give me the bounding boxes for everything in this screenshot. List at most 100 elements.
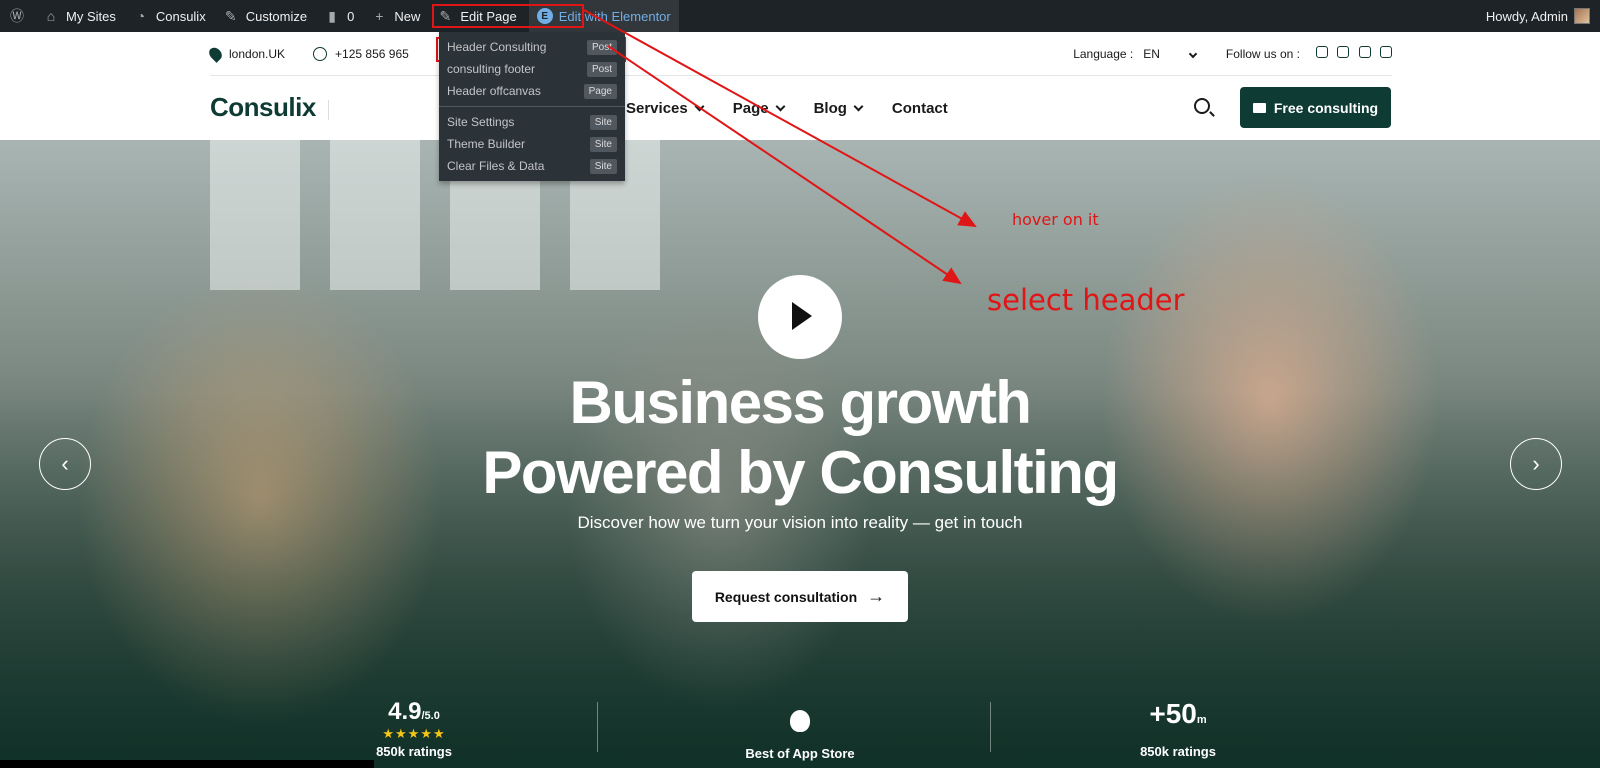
slider-prev-button[interactable]: ‹ bbox=[39, 438, 91, 490]
stat-divider bbox=[597, 702, 598, 752]
menu-item-badge: Post bbox=[586, 39, 617, 55]
stat-label: 850k ratings bbox=[1140, 744, 1216, 759]
chevron-down-icon bbox=[853, 101, 864, 111]
elementor-dropdown-menu: Header Consulting Post consulting footer P… bbox=[439, 32, 625, 181]
menu-item-label: Header Consulting bbox=[447, 40, 547, 54]
customize-label: Customize bbox=[245, 8, 308, 24]
nav-label: Contact bbox=[891, 99, 948, 117]
annotation-hover-text: hover on it bbox=[1012, 210, 1099, 229]
nav-label: Page bbox=[732, 99, 769, 117]
menu-item-label: Site Settings bbox=[447, 115, 515, 129]
menu-item-header-offcanvas[interactable]: Header offcanvas Page bbox=[439, 80, 625, 102]
stat-value: +50 bbox=[1149, 698, 1197, 729]
stat-value: 4.9 bbox=[388, 698, 422, 725]
free-consulting-label: Free consulting bbox=[1273, 99, 1379, 116]
my-sites-button[interactable]: ⌂ My Sites bbox=[34, 0, 124, 32]
comments-button[interactable]: ▮ 0 bbox=[315, 0, 362, 32]
menu-item-consulting-footer[interactable]: consulting footer Post bbox=[439, 58, 625, 80]
menu-item-clear-files[interactable]: Clear Files & Data Site bbox=[439, 155, 625, 177]
new-button[interactable]: + New bbox=[362, 0, 428, 32]
play-video-button[interactable] bbox=[758, 275, 842, 359]
star-rating-icon: ★★★★★ bbox=[382, 726, 446, 741]
main-menu: Services Page Blog Contact bbox=[626, 76, 948, 140]
search-icon[interactable] bbox=[1194, 98, 1210, 114]
location-info: london.UK bbox=[206, 44, 286, 63]
comments-count: 0 bbox=[347, 8, 355, 24]
stat-app-store: Best of App Store bbox=[730, 698, 870, 761]
my-sites-label: My Sites bbox=[66, 8, 116, 24]
whatsapp-icon bbox=[313, 46, 328, 61]
free-consulting-button[interactable]: Free consulting bbox=[1240, 87, 1391, 128]
hero-title-line2: Powered by Consulting bbox=[482, 439, 1119, 506]
mail-icon bbox=[1252, 102, 1266, 113]
location-pin-icon bbox=[206, 44, 225, 63]
request-consultation-button[interactable]: Request consultation → bbox=[692, 571, 908, 622]
nav-item-contact[interactable]: Contact bbox=[892, 100, 948, 117]
customize-button[interactable]: ✎ Customize bbox=[214, 0, 315, 32]
menu-divider bbox=[439, 106, 625, 107]
wordpress-icon: Ⓦ bbox=[10, 8, 24, 24]
site-name-label: Consulix bbox=[155, 8, 206, 24]
chevron-left-icon: ‹ bbox=[61, 451, 69, 476]
language-label: Language : bbox=[1073, 46, 1134, 61]
menu-item-label: Clear Files & Data bbox=[447, 159, 545, 173]
telegram-icon[interactable] bbox=[1380, 46, 1392, 58]
location-text: london.UK bbox=[229, 46, 286, 61]
site-logo[interactable]: Consulix bbox=[210, 92, 316, 123]
annotation-select-text: select header bbox=[987, 283, 1185, 317]
dashboard-icon: ◔ bbox=[136, 8, 146, 24]
facebook-icon[interactable] bbox=[1315, 46, 1328, 58]
nav-item-page[interactable]: Page bbox=[732, 99, 786, 117]
logo-divider bbox=[328, 100, 329, 120]
account-menu[interactable]: Howdy, Admin bbox=[1478, 0, 1600, 32]
x-icon[interactable] bbox=[1337, 46, 1350, 58]
menu-item-label: Theme Builder bbox=[447, 137, 526, 151]
stat-users: +50m 850k ratings bbox=[1108, 698, 1248, 759]
stat-label: 850k ratings bbox=[376, 744, 452, 759]
stat-suffix: m bbox=[1196, 714, 1207, 726]
phone-text: +125 856 965 bbox=[335, 46, 409, 61]
wordpress-logo-button[interactable]: Ⓦ bbox=[0, 0, 34, 32]
slider-next-button[interactable]: › bbox=[1510, 438, 1562, 490]
menu-item-badge: Page bbox=[583, 83, 617, 99]
chevron-down-icon bbox=[775, 101, 786, 111]
new-label: New bbox=[394, 8, 421, 24]
language-value: EN bbox=[1143, 46, 1160, 61]
apple-icon bbox=[790, 710, 810, 732]
menu-item-badge: Post bbox=[586, 61, 617, 77]
menu-item-site-settings[interactable]: Site Settings Site bbox=[439, 111, 625, 133]
admin-bar: Ⓦ ⌂ My Sites ◔ Consulix ✎ Customize ▮ 0 + New… bbox=[0, 0, 1600, 32]
main-header: Consulix Services Page Blog Contact Free… bbox=[0, 76, 1600, 140]
menu-item-label: Header offcanvas bbox=[447, 84, 541, 98]
menu-item-label: consulting footer bbox=[447, 62, 536, 76]
chevron-right-icon: › bbox=[1532, 451, 1540, 476]
menu-item-header-consulting[interactable]: Header Consulting Post bbox=[439, 36, 625, 58]
stat-suffix: /5.0 bbox=[421, 710, 440, 722]
plus-icon: + bbox=[375, 8, 384, 24]
nav-label: Services bbox=[626, 99, 688, 117]
arrow-right-icon: → bbox=[867, 586, 886, 606]
howdy-label: Howdy, Admin bbox=[1485, 8, 1568, 24]
stat-label: Best of App Store bbox=[745, 746, 855, 761]
comment-icon: ▮ bbox=[328, 7, 336, 24]
stat-divider bbox=[990, 702, 991, 752]
nav-item-services[interactable]: Services bbox=[626, 99, 705, 117]
menu-item-theme-builder[interactable]: Theme Builder Site bbox=[439, 133, 625, 155]
instagram-icon[interactable] bbox=[1358, 46, 1371, 58]
chevron-down-icon bbox=[1188, 49, 1198, 58]
stat-rating: 4.9/5.0 ★★★★★ 850k ratings bbox=[344, 698, 484, 759]
nav-label: Blog bbox=[813, 99, 847, 117]
hero-subtitle: Discover how we turn your vision into re… bbox=[577, 513, 1023, 532]
nav-item-blog[interactable]: Blog bbox=[813, 99, 864, 117]
top-info-bar: london.UK +125 856 965 Language : EN Fol… bbox=[0, 32, 1600, 76]
annotation-box-elementor bbox=[432, 4, 584, 28]
hero-title-line1: Business growth bbox=[569, 369, 1032, 436]
avatar bbox=[1574, 8, 1590, 24]
language-select[interactable]: EN bbox=[1143, 46, 1198, 61]
follow-label: Follow us on : bbox=[1225, 46, 1300, 61]
phone-info[interactable]: +125 856 965 bbox=[313, 46, 409, 61]
request-consultation-label: Request consultation bbox=[714, 588, 858, 605]
brush-icon: ✎ bbox=[224, 7, 237, 24]
chevron-down-icon bbox=[694, 101, 705, 111]
site-name-button[interactable]: ◔ Consulix bbox=[124, 0, 214, 32]
